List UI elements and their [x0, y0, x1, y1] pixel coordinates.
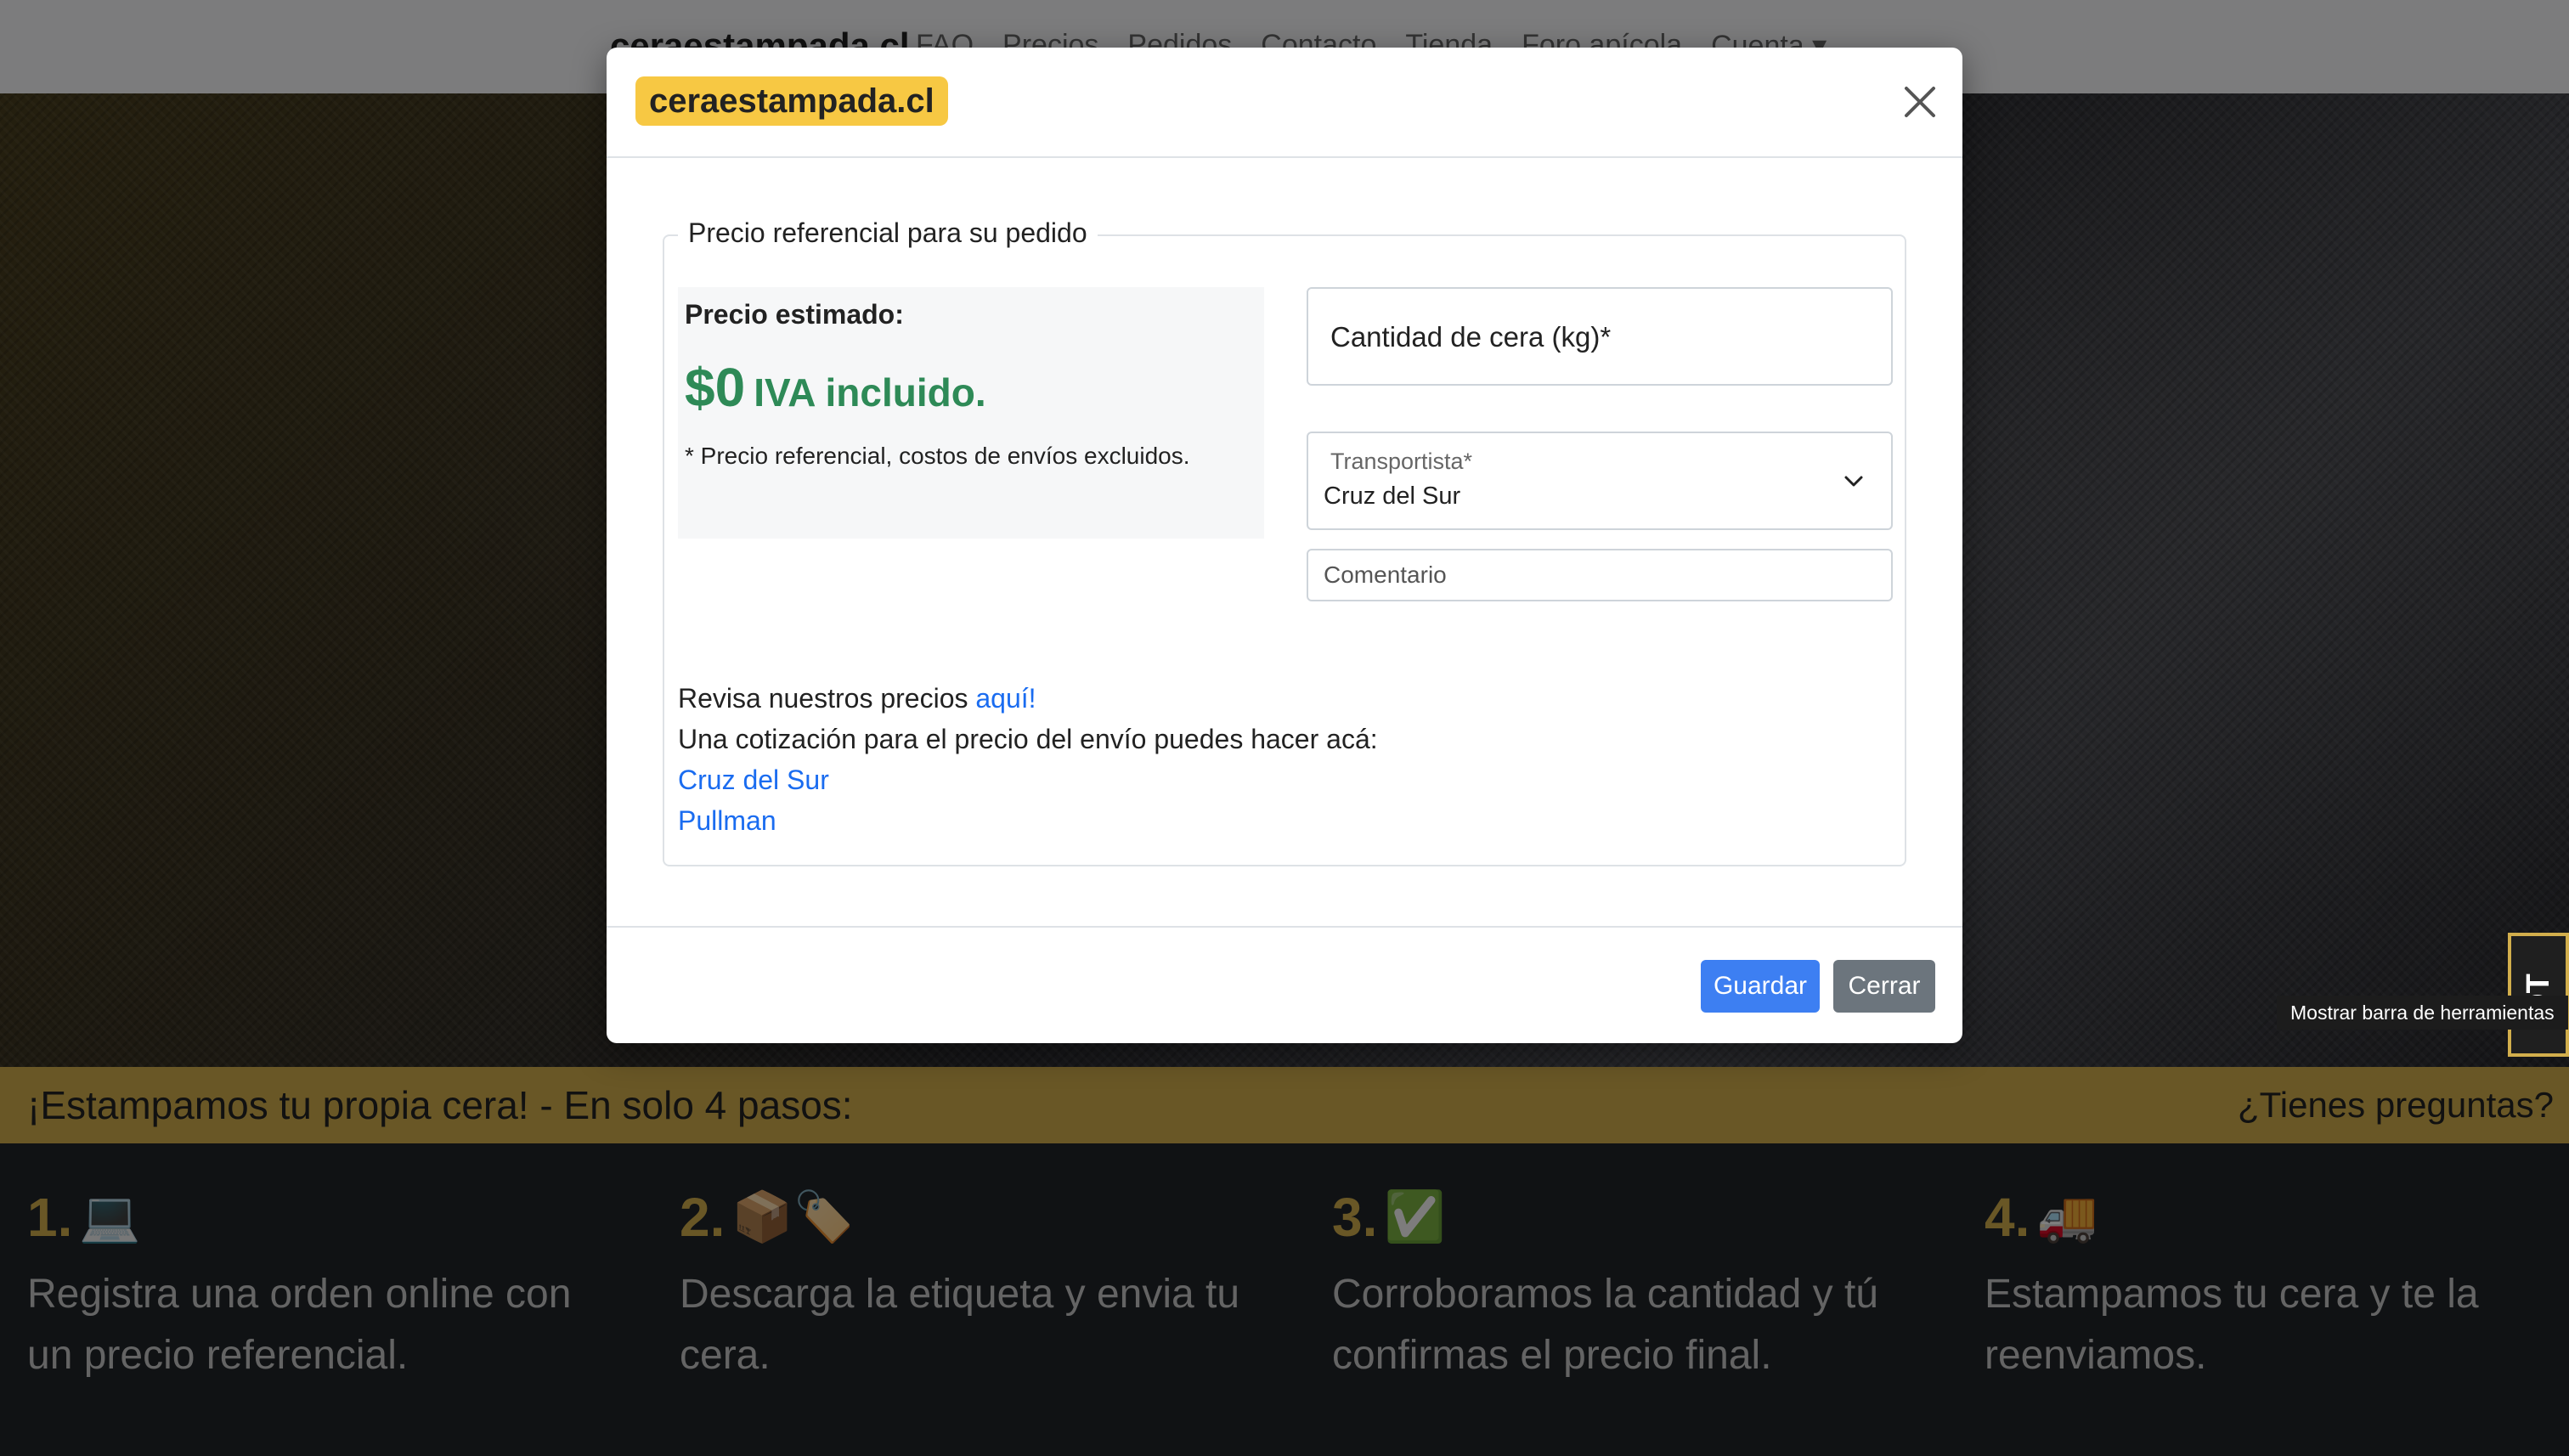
- prices-link[interactable]: aquí!: [975, 683, 1036, 714]
- order-modal: ceraestampada.cl Precio referencial para…: [607, 48, 1962, 1043]
- cruz-del-sur-link[interactable]: Cruz del Sur: [678, 765, 829, 795]
- shipping-text: Una cotización para el precio del envío …: [678, 724, 1378, 754]
- fieldset-legend: Precio referencial para su pedido: [678, 217, 1098, 249]
- estimate-iva: IVA incluido.: [754, 370, 986, 415]
- price-estimate-box: Precio estimado: $0 IVA incluido. * Prec…: [678, 287, 1264, 539]
- estimate-label: Precio estimado:: [685, 299, 904, 330]
- debug-toolbar-toggle[interactable]: DT: [2508, 933, 2569, 1057]
- save-button[interactable]: Guardar: [1701, 960, 1820, 1013]
- carrier-label: Transportista*: [1330, 449, 1473, 474]
- chevron-down-icon: [1844, 476, 1863, 487]
- estimate-amount: $0: [685, 357, 746, 418]
- modal-footer: Guardar Cerrar: [607, 926, 1962, 1045]
- modal-header: ceraestampada.cl: [607, 48, 1962, 158]
- carrier-value: Cruz del Sur: [1324, 483, 1461, 510]
- order-fieldset: Precio referencial para su pedido Precio…: [663, 217, 1906, 866]
- prices-text: Revisa nuestros precios: [678, 683, 976, 714]
- estimate-price: $0 IVA incluido.: [685, 356, 1257, 419]
- pullman-link[interactable]: Pullman: [678, 805, 776, 836]
- close-icon[interactable]: [1898, 80, 1942, 124]
- modal-brand: ceraestampada.cl: [635, 76, 948, 126]
- quantity-placeholder: Cantidad de cera (kg)*: [1330, 321, 1612, 353]
- carrier-select[interactable]: Transportista* Cruz del Sur: [1307, 432, 1893, 530]
- comment-input[interactable]: Comentario: [1307, 549, 1893, 601]
- comment-placeholder: Comentario: [1324, 562, 1447, 588]
- debug-toolbar-tooltip: Mostrar barra de herramientas: [2277, 996, 2568, 1030]
- close-button[interactable]: Cerrar: [1833, 960, 1935, 1013]
- shipping-info: Revisa nuestros precios aquí! Una cotiza…: [678, 678, 1378, 841]
- quantity-input[interactable]: Cantidad de cera (kg)*: [1307, 287, 1893, 386]
- estimate-note: * Precio referencial, costos de envíos e…: [685, 443, 1190, 469]
